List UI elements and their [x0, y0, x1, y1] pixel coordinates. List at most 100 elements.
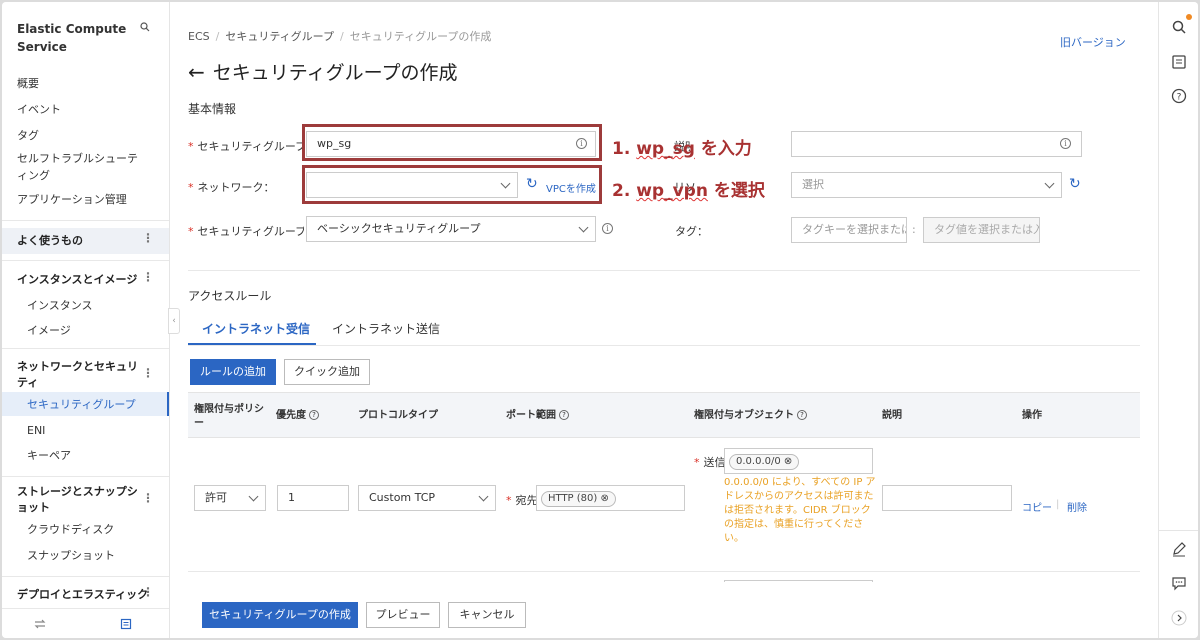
sidebar-item-cloud-disks[interactable]: クラウドディスク — [27, 522, 114, 538]
name-label: *セキュリティグループ名 — [188, 140, 304, 153]
sidebar-group-favorites[interactable]: よく使うもの — [17, 233, 83, 249]
search-icon[interactable] — [140, 22, 150, 32]
more-icon[interactable]: ⋮ — [142, 231, 154, 245]
section-basic-info: 基本情報 — [188, 102, 237, 116]
help-icon: ? — [559, 410, 569, 420]
annotation-step-1: 1. wp_sg を入力 — [612, 139, 752, 159]
source-chip[interactable]: 0.0.0.0/0 ⊗ — [729, 454, 800, 470]
page-title: ← セキュリティグループの作成 — [188, 60, 458, 84]
tag-colon: : — [912, 223, 916, 236]
sidebar-divider — [2, 476, 169, 477]
breadcrumb-ecs[interactable]: ECS — [188, 30, 210, 43]
annotation-box-name — [302, 124, 602, 161]
tabs-divider — [188, 345, 1140, 346]
switch-icon[interactable] — [34, 619, 46, 629]
delete-link[interactable]: 削除 — [1067, 499, 1087, 514]
sidebar-divider — [2, 576, 169, 577]
more-icon[interactable]: ⋮ — [142, 585, 154, 599]
breadcrumb-security-groups[interactable]: セキュリティグループ — [225, 30, 334, 43]
help-icon: ? — [309, 410, 319, 420]
rail-divider — [1159, 530, 1198, 531]
refresh-icon[interactable]: ↻ — [1069, 176, 1081, 192]
tab-inbound[interactable]: イントラネット受信 — [202, 320, 310, 337]
sidebar-item-keypairs[interactable]: キーペア — [27, 448, 71, 464]
resource-group-select[interactable]: 選択 — [791, 172, 1062, 198]
copy-link[interactable]: コピー — [1022, 499, 1052, 514]
action-separator: | — [1056, 499, 1060, 510]
info-icon: i — [1060, 138, 1071, 149]
description-input[interactable] — [791, 131, 1082, 157]
help-icon[interactable]: ? — [1170, 87, 1188, 105]
policy-select[interactable]: 許可 — [194, 485, 266, 511]
sidebar-group-deploy-elastic[interactable]: デプロイとエラスティック — [17, 587, 148, 603]
col-description: 説明 — [882, 410, 902, 421]
list-icon[interactable] — [1170, 53, 1188, 71]
old-version-link[interactable]: 旧バージョン — [1060, 34, 1126, 50]
sidebar-divider — [2, 348, 169, 349]
source-input[interactable]: 0.0.0.0/0 ⊗ — [724, 448, 873, 474]
sidebar-item-security-groups[interactable]: セキュリティグループ — [27, 397, 136, 413]
svg-text:?: ? — [1177, 93, 1182, 103]
protocol-select[interactable]: Custom TCP — [358, 485, 496, 511]
section-access-rules: アクセスルール — [188, 289, 272, 303]
notification-dot — [1186, 14, 1192, 20]
sidebar-group-storage-snapshots[interactable]: ストレージとスナップショット — [17, 484, 139, 516]
tab-outbound[interactable]: イントラネット送信 — [332, 320, 440, 337]
col-priority: 優先度? — [276, 409, 319, 423]
sidebar-item-troubleshooting[interactable]: セルフトラブルシューティング — [17, 150, 147, 184]
priority-input[interactable]: 1 — [277, 485, 349, 511]
sidebar-item-tags[interactable]: タグ — [17, 128, 39, 144]
add-rule-button[interactable]: ルールの追加 — [190, 359, 276, 385]
type-label: *セキュリティグループタイプ — [188, 225, 304, 238]
sidebar-item-events[interactable]: イベント — [17, 102, 61, 118]
sidebar-item-snapshots[interactable]: スナップショット — [27, 548, 115, 564]
annotation-box-network — [302, 165, 602, 204]
main-content: ECS / セキュリティグループ / セキュリティグループの作成 旧バージョン ← セキュ… — [188, 2, 1148, 638]
sidebar-group-network-security[interactable]: ネットワークとセキュリティ — [17, 359, 139, 391]
col-auth-object: 権限付与オブジェクト? — [694, 409, 807, 423]
feedback-icon[interactable] — [1170, 574, 1188, 592]
back-arrow-icon[interactable]: ← — [188, 60, 205, 84]
cidr-warning: 0.0.0.0/0 により、すべての IP アドレスからのアクセスは許可または拒… — [724, 477, 876, 544]
footer-bar: セキュリティグループの作成 プレビュー キャンセル — [188, 582, 1148, 638]
create-security-group-button[interactable]: セキュリティグループの作成 — [202, 602, 358, 628]
col-protocol: プロトコルタイプ — [358, 410, 438, 421]
sidebar-item-app-management[interactable]: アプリケーション管理 — [17, 192, 127, 208]
annotation-step-2: 2. wp_vpn を選択 — [612, 181, 765, 201]
sidebar-item-images[interactable]: イメージ — [27, 323, 71, 339]
expand-arrow-icon[interactable] — [1170, 609, 1188, 627]
breadcrumb: ECS / セキュリティグループ / セキュリティグループの作成 — [188, 30, 492, 43]
edit-icon[interactable] — [1170, 540, 1188, 558]
col-port-range: ポート範囲? — [506, 409, 569, 423]
row-divider — [188, 571, 1140, 572]
sidebar-item-overview[interactable]: 概要 — [17, 76, 39, 92]
col-actions: 操作 — [1022, 410, 1042, 421]
search-icon[interactable] — [1170, 18, 1188, 36]
sidebar-item-instances[interactable]: インスタンス — [27, 298, 93, 314]
sidebar-divider — [2, 260, 169, 261]
sidebar-collapse-handle[interactable]: ‹ — [168, 308, 180, 334]
destination-chip[interactable]: HTTP (80) ⊗ — [541, 491, 616, 507]
more-icon[interactable]: ⋮ — [142, 366, 154, 380]
source-label: *送信元： — [694, 456, 726, 469]
more-icon[interactable]: ⋮ — [142, 270, 154, 284]
sidebar-group-instances-images[interactable]: インスタンスとイメージ — [17, 272, 137, 288]
sidebar-divider — [2, 220, 169, 221]
info-icon: i — [602, 223, 613, 234]
cancel-button[interactable]: キャンセル — [448, 602, 526, 628]
tag-key-input[interactable]: タグキーを選択または — [791, 217, 907, 243]
preview-button[interactable]: プレビュー — [366, 602, 440, 628]
notes-icon[interactable] — [120, 618, 132, 630]
section-divider — [188, 270, 1140, 271]
help-icon: ? — [797, 410, 807, 420]
more-icon[interactable]: ⋮ — [142, 491, 154, 505]
destination-input[interactable]: HTTP (80) ⊗ — [536, 485, 685, 511]
col-policy: 権限付与ポリシー — [194, 404, 264, 429]
tag-value-input[interactable]: タグ値を選択または入 — [923, 217, 1040, 243]
rule-description-input[interactable] — [882, 485, 1012, 511]
network-label: * ネットワーク： — [188, 181, 275, 194]
quick-add-button[interactable]: クイック追加 — [284, 359, 370, 385]
type-select[interactable]: ベーシックセキュリティグループ — [306, 216, 596, 242]
sidebar-bottom-bar — [2, 608, 169, 638]
sidebar-item-eni[interactable]: ENI — [27, 423, 45, 439]
